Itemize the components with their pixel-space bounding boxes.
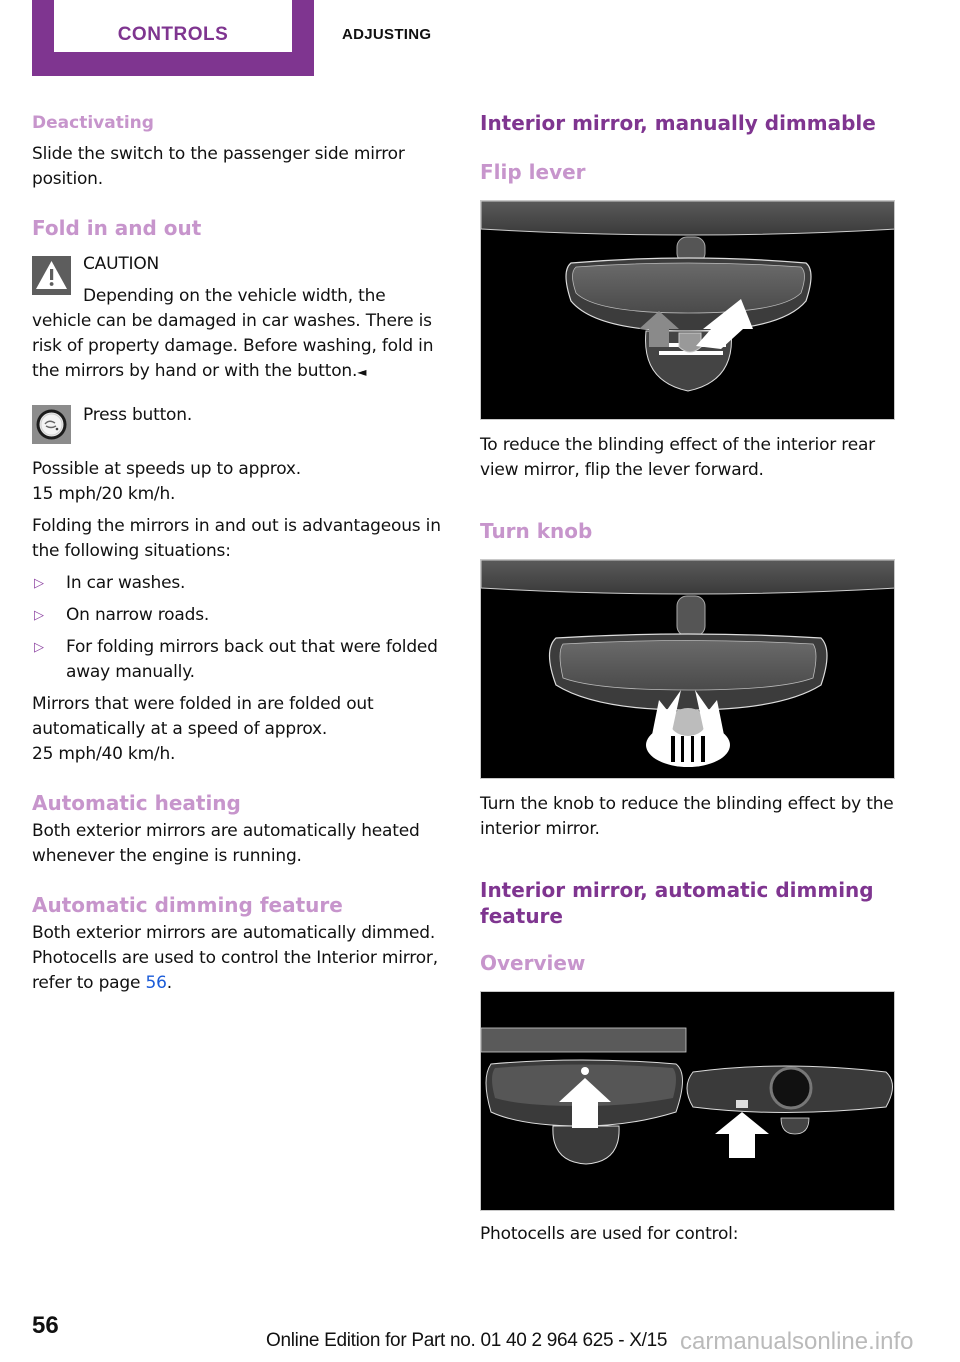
warning-triangle-icon xyxy=(32,256,71,295)
auto-fold-out-line-2: 25 mph/40 km/h. xyxy=(32,744,176,764)
edition-note: Online Edition for Part no. 01 40 2 964 … xyxy=(266,1330,668,1351)
bullet-triangle-icon: ▷ xyxy=(34,640,44,655)
left-column: Deactivating Slide the switch to the pas… xyxy=(32,108,447,996)
dimming-text-body: Both exterior mirrors are automatically … xyxy=(32,923,438,993)
flip-lever-illustration xyxy=(480,200,895,420)
heading-automatic-heating: Automatic heating xyxy=(32,791,241,815)
heading-flip-lever: Flip lever xyxy=(480,160,586,184)
page-number: 56 xyxy=(32,1312,59,1339)
heading-turn-knob: Turn knob xyxy=(480,519,593,543)
caution-text: Depending on the vehicle width, the vehi… xyxy=(32,284,447,385)
speed-limit-line-2: 15 mph/20 km/h. xyxy=(32,484,176,504)
dimming-text-end: . xyxy=(166,973,172,993)
speed-limit-line-1: Possible at speeds up to approx. xyxy=(32,459,301,479)
heading-interior-mirror-automatic: Interior mirror, automatic dimming featu… xyxy=(480,878,874,928)
photocells-illustration xyxy=(480,991,895,1211)
list-item-text: On narrow roads. xyxy=(66,605,210,625)
press-button-text: Press button. xyxy=(83,405,193,425)
caution-end-mark: ◄ xyxy=(357,365,367,379)
watermark: carmanualsonline.info xyxy=(680,1328,914,1355)
caution-body: Depending on the vehicle width, the vehi… xyxy=(32,286,434,381)
heading-overview: Overview xyxy=(480,951,586,975)
right-column: Interior mirror, manually dimmable Flip … xyxy=(480,108,895,1247)
page-reference-link[interactable]: 56 xyxy=(145,973,166,993)
situations-intro: Folding the mirrors in and out is advant… xyxy=(32,516,441,561)
heading-interior-mirror-manual: Interior mirror, manually dimmable xyxy=(480,111,876,135)
list-item: ▷ For folding mirrors back out that were … xyxy=(32,635,447,685)
chapter-tab: CONTROLS xyxy=(32,0,314,76)
list-item-text: In car washes. xyxy=(66,573,186,593)
caution-title: CAUTION xyxy=(83,254,160,274)
photocells-text: Photocells are used for control: xyxy=(480,1224,739,1244)
dimming-text: Both exterior mirrors are automatically … xyxy=(32,921,447,996)
chapter-tab-inner: CONTROLS xyxy=(54,0,292,52)
deactivating-text: Slide the switch to the passenger side m… xyxy=(32,144,405,189)
list-item-text: For folding mirrors back out that were f… xyxy=(66,637,438,682)
situations-list: ▷ In car washes. ▷ On narrow roads. ▷ For f… xyxy=(32,571,447,685)
chapter-tab-label: CONTROLS xyxy=(117,24,229,45)
bullet-triangle-icon: ▷ xyxy=(34,576,44,591)
list-item: ▷ On narrow roads. xyxy=(32,603,447,628)
list-item: ▷ In car washes. xyxy=(32,571,447,596)
caution-block: CAUTION Depending on the vehicle width, … xyxy=(32,252,447,385)
heading-automatic-dimming: Automatic dimming feature xyxy=(32,893,343,917)
heading-fold-in-out: Fold in and out xyxy=(32,216,202,240)
section-title: ADJUSTING xyxy=(342,26,432,43)
turn-knob-illustration xyxy=(480,559,895,779)
press-button-block: Press button. xyxy=(32,403,447,444)
heating-text: Both exterior mirrors are automatically … xyxy=(32,821,420,866)
bullet-triangle-icon: ▷ xyxy=(34,608,44,623)
flip-lever-text: To reduce the blinding effect of the int… xyxy=(480,435,875,480)
auto-fold-out-line-1: Mirrors that were folded in are folded o… xyxy=(32,694,374,739)
heading-deactivating: Deactivating xyxy=(32,113,154,133)
turn-knob-text: Turn the knob to reduce the blinding eff… xyxy=(480,794,894,839)
